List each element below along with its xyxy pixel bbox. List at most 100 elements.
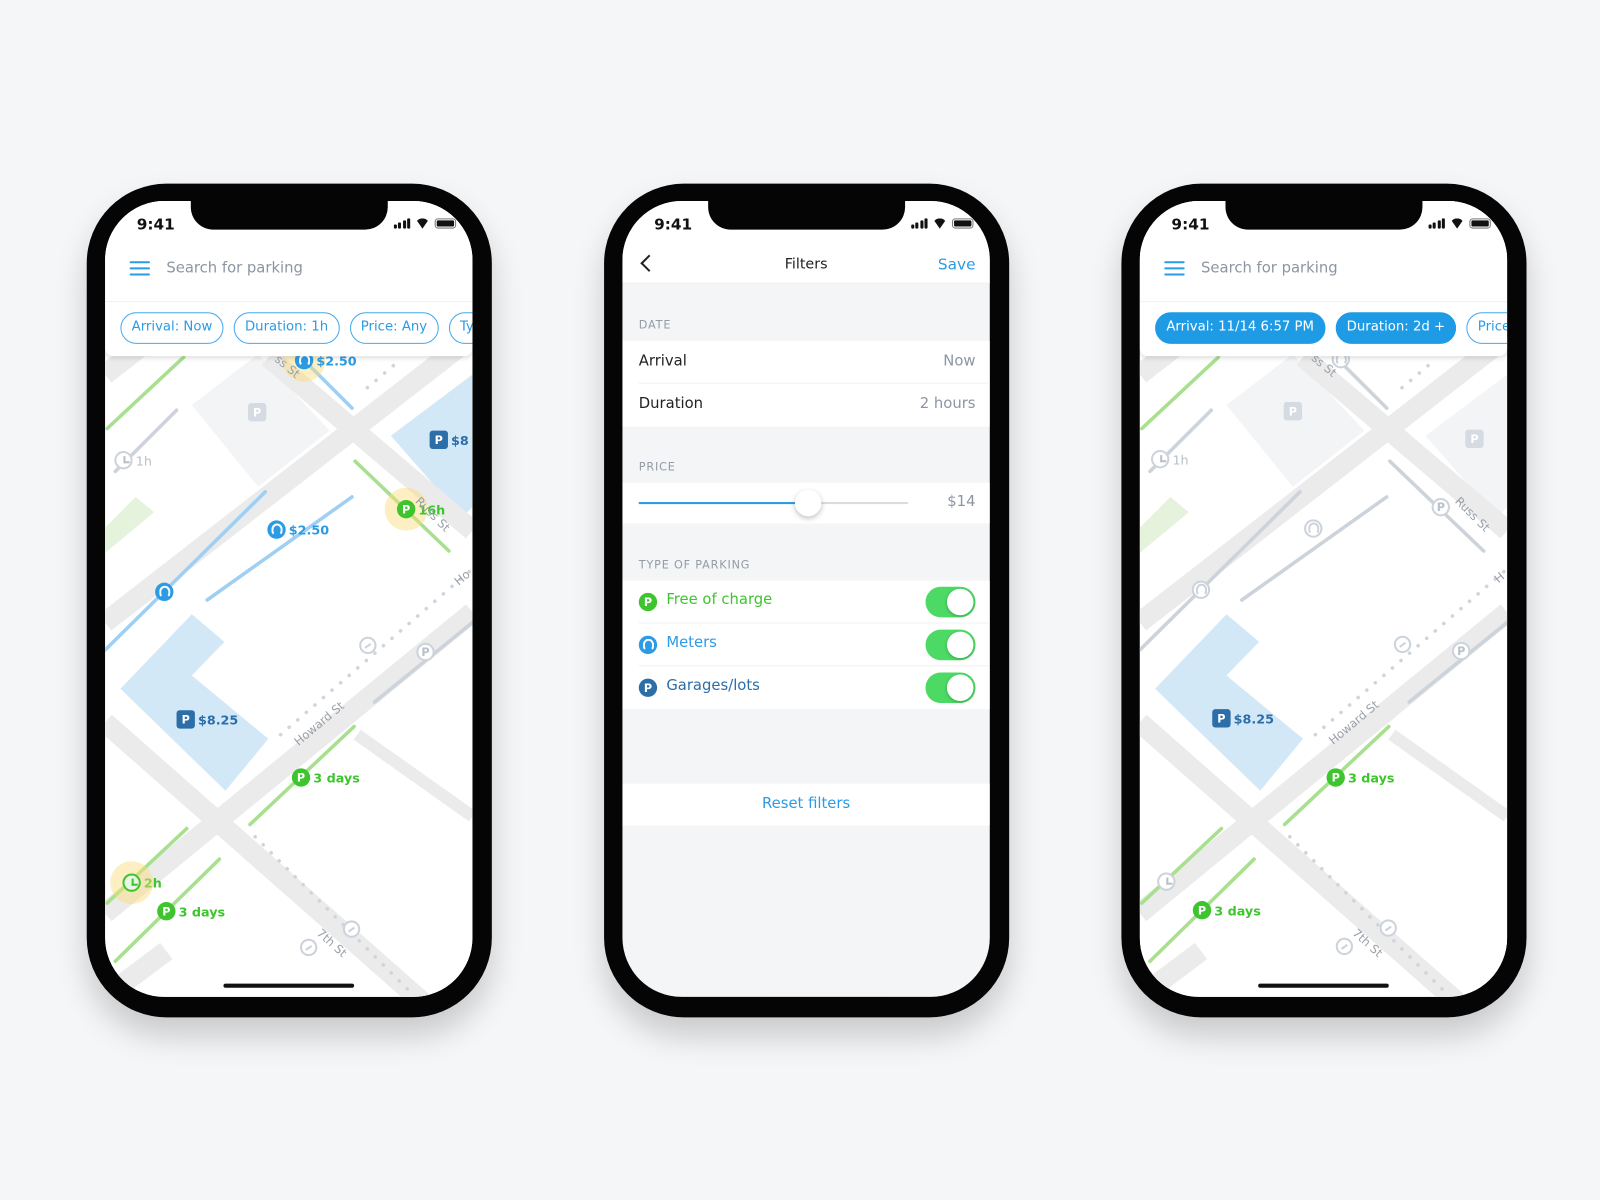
meter-icon [1191,580,1211,599]
time-limit-marker[interactable]: 1h [114,451,152,470]
garages-toggle[interactable] [925,672,976,704]
price-value: $14 [947,493,976,511]
no-parking-marker[interactable] [299,938,318,957]
signal-icon [393,218,411,229]
notch [1225,201,1423,230]
garage-marker[interactable]: P [1283,402,1303,421]
search-bar[interactable]: Search for parking [1164,260,1338,277]
save-button[interactable]: Save [938,255,976,273]
free-parking-marker[interactable]: P3 days [157,902,225,921]
no-parking-icon [342,920,361,938]
duration-row[interactable]: Duration 2 hours [622,383,990,427]
free-parking-icon: P [157,902,176,921]
home-indicator[interactable] [223,983,355,988]
slider-thumb[interactable] [795,489,822,517]
price-slider[interactable] [638,489,909,517]
no-parking-marker[interactable] [1335,937,1354,956]
garage-marker[interactable]: P [1465,429,1484,448]
chip-type[interactable]: Typ [448,312,473,344]
search-input[interactable]: Search for parking [1201,260,1338,276]
no-parking-marker[interactable] [342,920,361,938]
type-row-meters: Meters [622,623,990,667]
garage-icon: P [1465,429,1484,448]
arrival-value: Now [943,353,976,370]
filter-chips: Arrival: Now Duration: 1h Price: Any Typ [120,312,473,344]
notch [190,201,388,230]
free-toggle[interactable] [925,586,976,618]
no-parking-marker[interactable] [1393,635,1412,654]
time-limit-marker[interactable] [1157,872,1176,891]
chip-price[interactable]: Price: A [1466,312,1508,344]
hamburger-icon[interactable] [1164,261,1185,276]
parking-icon: P [1431,497,1450,517]
garage-icon: P [1283,402,1303,421]
free-parking-marker[interactable]: P3 days [291,768,360,787]
no-parking-icon [299,938,318,957]
notch [708,201,906,230]
reset-filters-button[interactable]: Reset filters [622,783,990,826]
chip-arrival[interactable]: Arrival: Now [120,312,224,344]
search-bar[interactable]: Search for parking [129,260,303,277]
meters-toggle[interactable] [925,629,976,661]
meter-icon [267,520,286,539]
clock-icon [1151,449,1170,469]
meter-marker[interactable] [155,582,174,602]
garage-marker[interactable]: P [247,403,267,422]
page-title: Filters [784,256,828,273]
section-date: DATE [638,318,672,332]
garage-icon: P [247,403,267,422]
chip-duration[interactable]: Duration: 1h [233,312,340,344]
wifi-icon [415,218,429,228]
no-parking-marker[interactable] [1379,919,1397,937]
chip-arrival[interactable]: Arrival: 11/14 6:57 PM [1155,312,1326,344]
hamburger-icon[interactable] [129,261,150,276]
status-time: 9:41 [136,215,175,234]
no-parking-marker[interactable] [359,636,377,655]
meter-marker[interactable]: $2.50 [267,520,329,539]
garage-ev-icon: P [429,430,448,449]
signal-icon [910,218,928,229]
free-parking-marker[interactable]: P3 days [1326,768,1395,787]
meter-icon [155,582,174,602]
garage-icon: P [1212,709,1231,728]
chip-duration[interactable]: Duration: 2d + [1335,312,1457,344]
parking-marker[interactable]: P [416,642,435,662]
parking-marker[interactable]: P [1431,497,1450,517]
status-time: 9:41 [654,215,693,234]
battery-icon [434,218,457,229]
free-parking-icon: P [1192,901,1212,920]
meter-icon [1304,519,1323,538]
wifi-icon [933,218,947,228]
search-input[interactable]: Search for parking [166,260,303,276]
free-parking-icon: P [638,592,658,612]
garage-marker[interactable]: P $8 [429,430,469,449]
arrival-row[interactable]: Arrival Now [622,340,990,384]
time-limit-marker[interactable]: 2h [122,873,162,892]
wifi-icon [1450,218,1464,228]
no-parking-icon [1393,635,1412,654]
battery-icon [952,218,974,229]
garage-icon: P [176,710,195,729]
chip-price[interactable]: Price: Any [349,312,439,344]
free-parking-icon: P [291,768,311,787]
garage-marker[interactable]: P $8.25 [1212,709,1274,728]
meter-marker[interactable] [1304,519,1323,538]
duration-label: Duration [638,395,704,413]
clock-icon [122,873,141,892]
free-parking-icon: P [1326,768,1345,787]
parking-icon: P [1452,641,1471,661]
meter-marker[interactable] [1191,580,1211,599]
type-row-free: P Free of charge [622,580,990,624]
garage-marker[interactable]: P $8.25 [176,710,238,729]
home-indicator[interactable] [1258,983,1389,988]
time-limit-marker[interactable]: 1h [1151,449,1189,469]
status-icons [910,218,974,229]
section-price: PRICE [638,460,676,474]
map-screen: 9:41 $2.50 P P $8 1h P 16h $2.50 P P $8.25 … [105,201,473,997]
phone-map-default: 9:41 $2.50 P P $8 1h P 16h $2.50 P P $8.25 … [86,183,492,1018]
free-parking-marker[interactable]: P3 days [1192,901,1261,920]
arrival-label: Arrival [638,353,687,370]
parking-marker[interactable]: P [1452,641,1471,661]
type-row-garages: P Garages/lots [622,666,990,710]
status-icons [393,218,457,229]
